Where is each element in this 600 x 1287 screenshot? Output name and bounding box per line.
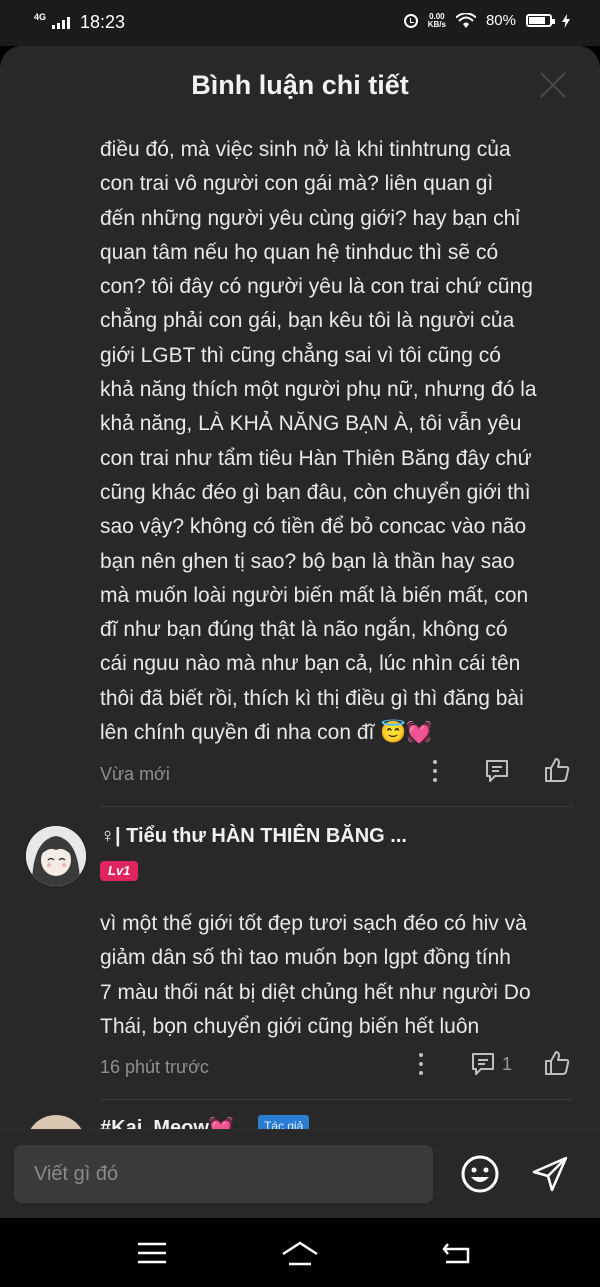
avatar[interactable] [26,826,86,886]
comment-input[interactable]: Viết gì đó [14,1145,433,1203]
menu-icon[interactable] [136,1238,168,1268]
battery-level: 80% [485,12,516,29]
back-icon[interactable] [440,1238,472,1268]
comment-list[interactable]: điều đó, mà việc sinh nở là khi tinhtrun… [0,121,600,1129]
status-time: 18:23 [80,12,126,32]
comment-body: điều đó, mà việc sinh nở là khi tinhtrun… [100,133,580,750]
comment-line: giảm dân số thì tao muốn bọn lgpt đồng t… [100,946,511,970]
comment-input-bar: Viết gì đó [0,1129,600,1218]
comment-time: Vừa mới [100,764,170,784]
battery-icon [526,14,555,27]
navigation-bar [0,1218,600,1287]
send-icon[interactable] [530,1154,570,1194]
more-vertical-icon[interactable] [432,758,438,784]
emoji-icon[interactable] [460,1154,500,1194]
level-badge: Lv1 [100,861,139,881]
comment-line: đĩ như bạn đúng thật là não ngắn, không … [100,618,508,642]
author-badge: Tác giả [258,1115,310,1129]
network-type: 4G [34,12,47,22]
thumbs-up-icon[interactable] [543,1049,571,1077]
comment-username[interactable]: ♀| Tiểu thư HÀN THIÊN BĂNG ... [100,825,407,848]
comment-line: giới LGBT thì cũng chẳng sai vì tôi cũng… [100,343,501,367]
wifi-icon [455,12,476,28]
comment-line: con? tôi đây có người yêu là con trai ch… [100,275,533,299]
comment-line: cái nguu nào mà như bạn cả, lúc nhìn cái… [100,652,521,676]
close-icon[interactable] [538,70,568,100]
comment-icon[interactable] [484,758,510,784]
comment-username[interactable]: #Kai_Meow💓 [100,1115,234,1129]
comment-line: thôi đã biết rồi, thích kì thị điều gì t… [100,686,524,710]
comment-line: lên chính quyền đi nha con đĩ 😇💓 [100,721,433,745]
data-speed: 0.00 KB/s [427,11,446,29]
comment-line: con trai vô người con gái mà? liên quan … [100,172,494,196]
comment-line: bạn nên ghen tị sao? bộ bạn là thần hay … [100,549,515,573]
comment-line: khả năng, LÀ KHẢ NĂNG BẠN À, tôi vẫn yêu [100,412,522,436]
comment-line: con trai như tẩm tiêu Hàn Thiên Băng đây… [100,446,532,470]
comment-time: 16 phút trước [100,1057,209,1077]
charging-icon [562,13,570,28]
comment-line: sao vậy? không có tiền để bỏ concac vào … [100,515,527,539]
comment-detail-sheet: Bình luận chi tiết điều đó, mà việc sinh… [0,46,600,1218]
signal-icon [52,16,71,29]
sheet-title: Bình luận chi tiết [191,70,409,100]
divider [100,806,573,807]
divider [100,1099,573,1100]
comment-line: Thái, bọn chuyển giới cũng biến hết luôn [100,1014,480,1038]
status-bar: 4G 18:23 0.00 KB/s 80% [0,0,600,46]
thumbs-up-icon[interactable] [543,756,571,784]
reply-count: 1 [502,1054,513,1074]
comment-line: cũng khác đéo gì bạn đâu, còn chuyển giớ… [100,480,531,504]
comment-line: vì một thế giới tốt đẹp tươi sạch đéo có… [100,912,527,935]
comment-line: chẳng phải con gái, bạn kêu tôi là người… [100,309,515,333]
comment-line: 7 màu thối nát bị diệt chủng hết như ngư… [100,980,531,1004]
comment-line: quan tâm nếu họ quan hệ tinhduc thì sẽ c… [100,240,499,264]
comment-body: vì một thế giới tốt đẹp tươi sạch đéo có… [100,907,580,1044]
comment-line: khả năng thích một người phụ nữ, nhưng đ… [100,378,537,402]
more-vertical-icon[interactable] [418,1051,424,1077]
avatar[interactable] [26,1115,86,1129]
comment-line: điều đó, mà việc sinh nở là khi tinhtrun… [100,138,511,161]
alarm-icon [403,13,418,28]
comment-line: đến những người yêu cùng giới? hay bạn c… [100,206,520,230]
home-icon[interactable] [280,1238,320,1268]
comment-line: mà muốn loài người biến mất là biến mất,… [100,583,529,607]
comment-icon[interactable] [470,1051,496,1077]
